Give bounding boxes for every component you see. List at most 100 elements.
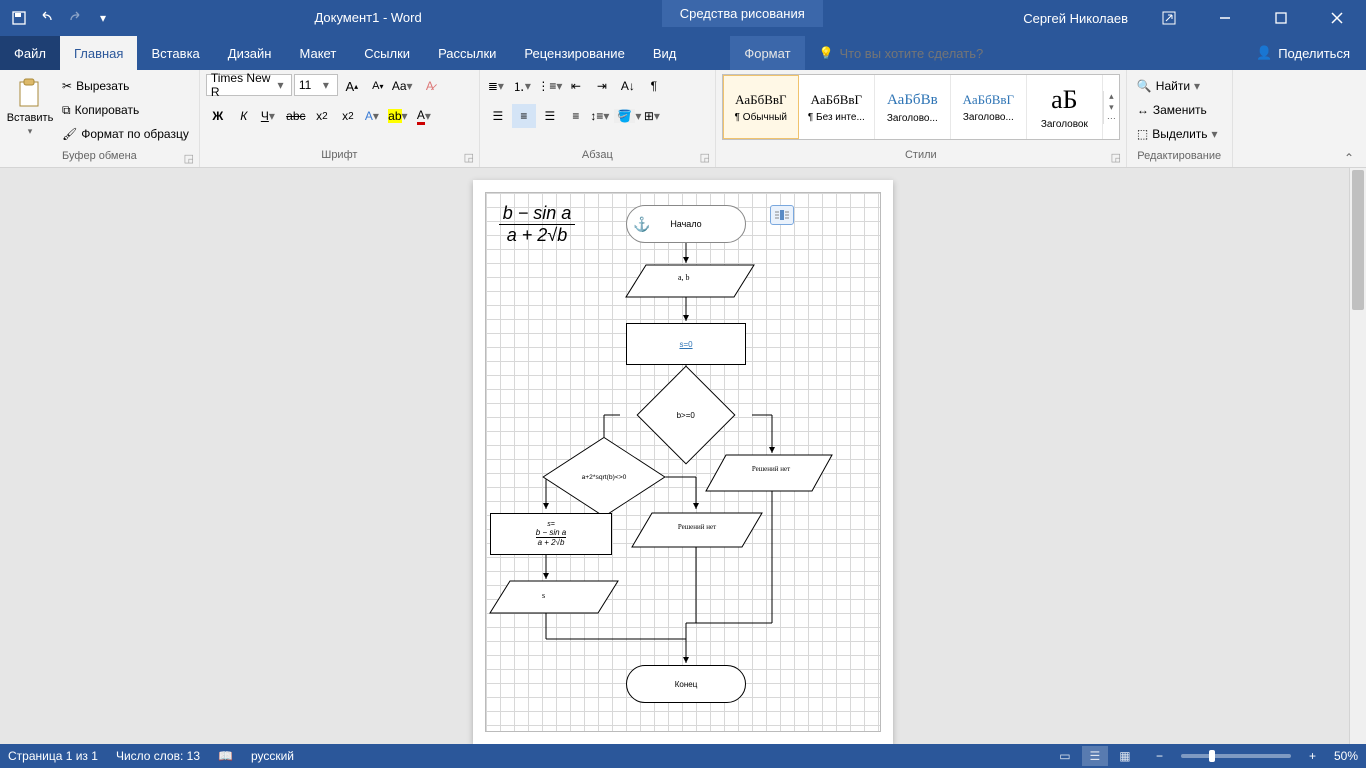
status-words[interactable]: Число слов: 13 [116,749,200,763]
bullets-button[interactable]: ≣▾ [486,74,510,98]
document-area[interactable]: b − sin a a + 2√b ⚓ Начало [0,168,1366,744]
cut-button[interactable]: ✂Вырезать [58,74,193,98]
grow-font-button[interactable]: A▴ [340,74,364,98]
tell-me-box[interactable]: 💡 [805,36,1240,70]
font-dialog-launcher[interactable]: ◲ [463,151,475,163]
paste-button[interactable]: Вставить ▾ [6,74,54,141]
style-normal[interactable]: АаБбВвГ¶ Обычный [723,75,799,139]
shape-input-label[interactable]: a, b [678,273,690,282]
scrollbar-thumb[interactable] [1352,170,1364,310]
strikethrough-button[interactable]: abc [284,104,308,128]
zoom-in-button[interactable]: + [1309,749,1316,763]
shape-nosolution1-label[interactable]: Решений нет [746,465,796,473]
tab-insert[interactable]: Вставка [137,36,213,70]
tab-design[interactable]: Дизайн [214,36,286,70]
tab-references[interactable]: Ссылки [350,36,424,70]
tab-layout[interactable]: Макет [285,36,350,70]
tell-me-input[interactable] [839,46,1099,61]
collapse-ribbon-button[interactable]: ⌃ [1344,151,1362,165]
line-spacing-button[interactable]: ↕≡▾ [590,104,614,128]
shape-end[interactable]: Конец [626,665,746,703]
decrease-indent-button[interactable]: ⇤ [564,74,588,98]
status-language[interactable]: русский [251,749,294,763]
user-name[interactable]: Сергей Николаев [1015,11,1136,26]
style-heading1[interactable]: АаБбВвЗаголово... [875,75,951,139]
highlight-button[interactable]: ab▾ [388,104,412,128]
show-marks-button[interactable]: ¶ [642,74,666,98]
sort-button[interactable]: A↓ [616,74,640,98]
zoom-slider-thumb[interactable] [1209,750,1215,762]
read-mode-button[interactable]: ▭ [1052,746,1078,766]
copy-button[interactable]: ⧉Копировать [58,98,193,122]
print-layout-button[interactable]: ☰ [1082,746,1108,766]
shape-output-label[interactable]: s [542,591,545,600]
style-no-spacing[interactable]: АаБбВвГ¶ Без инте... [799,75,875,139]
share-button[interactable]: 👤 Поделиться [1240,36,1366,70]
drawing-canvas[interactable]: b − sin a a + 2√b ⚓ Начало [485,192,881,732]
zoom-out-button[interactable]: − [1156,749,1163,763]
increase-indent-button[interactable]: ⇥ [590,74,614,98]
clear-formatting-button[interactable]: A̷ [418,74,442,98]
find-button[interactable]: 🔍Найти▾ [1133,74,1226,98]
underline-button[interactable]: Ч▾ [258,104,282,128]
shape-formula-process[interactable]: s= b − sin aa + 2√b [490,513,612,555]
multilevel-button[interactable]: ⋮≡▾ [538,74,562,98]
text-effects-button[interactable]: A▾ [362,104,386,128]
styles-gallery[interactable]: АаБбВвГ¶ Обычный АаБбВвГ¶ Без инте... Аа… [722,74,1120,140]
change-case-button[interactable]: Aa▾ [392,74,416,98]
zoom-slider[interactable] [1181,754,1291,758]
tab-view[interactable]: Вид [639,36,691,70]
tab-file[interactable]: Файл [0,36,60,70]
qat-customize-icon[interactable]: ▾ [90,5,116,31]
justify-button[interactable]: ≡ [564,104,588,128]
layout-options-icon [774,209,790,221]
page[interactable]: b − sin a a + 2√b ⚓ Начало [473,180,893,744]
save-button[interactable] [6,5,32,31]
shape-decision2[interactable]: a+2*sqrt(b)<>0 [542,437,665,517]
font-name-select[interactable]: Times New R▾ [206,74,292,96]
redo-button[interactable] [62,5,88,31]
superscript-button[interactable]: x2 [336,104,360,128]
shape-decision1[interactable]: b>=0 [637,366,736,465]
format-painter-button[interactable]: 🖌Формат по образцу [58,122,193,146]
shape-nosolution2-label[interactable]: Решений нет [672,523,722,531]
italic-button[interactable]: К [232,104,256,128]
status-page[interactable]: Страница 1 из 1 [8,749,98,763]
numbering-button[interactable]: ⒈▾ [512,74,536,98]
shape-assign[interactable]: s=0 [626,323,746,365]
tab-mailings[interactable]: Рассылки [424,36,510,70]
tab-home[interactable]: Главная [60,36,137,70]
styles-dialog-launcher[interactable]: ◲ [1110,151,1122,163]
tab-review[interactable]: Рецензирование [510,36,638,70]
layout-options-button[interactable] [770,205,794,225]
web-layout-button[interactable]: ▦ [1112,746,1138,766]
font-color-button[interactable]: A▾ [414,104,438,128]
font-size-select[interactable]: 11▾ [294,74,338,96]
maximize-button[interactable] [1258,0,1304,36]
align-center-button[interactable]: ≡ [512,104,536,128]
minimize-button[interactable] [1202,0,1248,36]
formula-display[interactable]: b − sin a a + 2√b [490,197,584,251]
replace-button[interactable]: ↔Заменить [1133,98,1226,122]
proofing-icon[interactable]: 📖 [218,749,233,763]
ribbon-display-icon[interactable] [1146,0,1192,36]
subscript-button[interactable]: x2 [310,104,334,128]
shrink-font-button[interactable]: A▾ [366,74,390,98]
clipboard-dialog-launcher[interactable]: ◲ [183,152,195,164]
shape-start[interactable]: ⚓ Начало [626,205,746,243]
styles-scroll[interactable]: ▴▾⋯ [1103,91,1119,124]
bold-button[interactable]: Ж [206,104,230,128]
zoom-level[interactable]: 50% [1334,749,1358,763]
vertical-scrollbar[interactable] [1349,168,1366,744]
align-left-button[interactable]: ☰ [486,104,510,128]
undo-button[interactable] [34,5,60,31]
close-button[interactable] [1314,0,1360,36]
paragraph-dialog-launcher[interactable]: ◲ [699,151,711,163]
style-heading2[interactable]: АаБбВвГЗаголово... [951,75,1027,139]
align-right-button[interactable]: ☰ [538,104,562,128]
style-title[interactable]: аБЗаголовок [1027,75,1103,139]
shading-button[interactable]: 🪣▾ [616,104,640,128]
select-button[interactable]: ⬚Выделить▾ [1133,122,1226,146]
borders-button[interactable]: ⊞▾ [642,104,666,128]
tab-format[interactable]: Формат [730,36,804,70]
